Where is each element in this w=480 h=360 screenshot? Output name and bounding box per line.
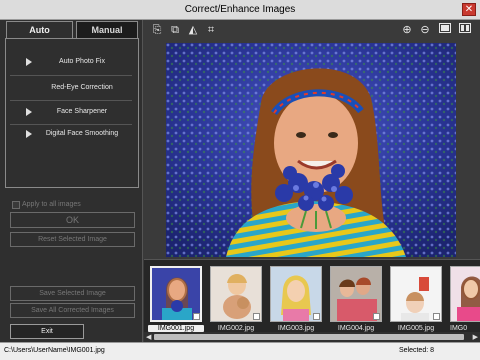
preview-photo[interactable] — [166, 43, 456, 257]
auto-photo-fix-item[interactable]: Auto Photo Fix — [6, 56, 136, 70]
thumbnail-checkbox[interactable] — [373, 313, 380, 320]
reset-selected-image-button[interactable]: Reset Selected Image — [10, 232, 135, 247]
thumbnail-item[interactable]: IMG0 — [448, 265, 480, 333]
single-view-icon[interactable] — [438, 23, 452, 37]
toolbar: ⎘ ⧉ ◭ ⌗ ⊕ ⊖ — [144, 20, 480, 40]
apply-all-label: Apply to all images — [22, 201, 81, 208]
save-selected-image-button[interactable]: Save Selected Image — [10, 286, 135, 301]
thumbnail-item[interactable]: IMG001.jpg — [148, 265, 204, 333]
thumbnail-filename: IMG001.jpg — [148, 325, 204, 332]
thumbnail-checkbox[interactable] — [253, 313, 260, 320]
thumbnail-item[interactable]: IMG003.jpg — [268, 265, 324, 333]
window-title: Correct/Enhance Images — [184, 4, 296, 15]
tab-auto[interactable]: Auto — [6, 21, 73, 39]
red-eye-correction-item[interactable]: Red-Eye Correction — [6, 82, 136, 96]
copy-icon[interactable]: ⎘ — [150, 23, 164, 37]
fix-item-label: Face Sharpener — [56, 108, 108, 115]
thumbnail-item[interactable]: IMG004.jpg — [328, 265, 384, 333]
divider — [10, 124, 132, 125]
divider — [10, 100, 132, 101]
expand-triangle-icon — [26, 58, 32, 66]
apply-all-checkbox[interactable] — [12, 201, 20, 209]
compare-icon[interactable]: ◭ — [186, 23, 200, 37]
divider — [10, 75, 132, 76]
scroll-left-icon[interactable]: ◀ — [146, 333, 151, 341]
fix-item-label: Digital Face Smoothing — [45, 130, 119, 137]
file-path: C:\Users\UserName\IMG001.jpg — [4, 347, 105, 354]
left-panel: Auto Manual Auto Photo Fix Red-Eye Corre… — [0, 20, 143, 342]
thumbnail-item[interactable]: IMG005.jpg — [388, 265, 444, 333]
filmstrip-scrollbar[interactable]: ◀ ▶ — [144, 332, 480, 342]
expand-triangle-icon — [26, 108, 32, 116]
close-icon[interactable]: ✕ — [462, 3, 476, 16]
split-view-icon[interactable] — [458, 23, 472, 37]
thumbnail-filename: IMG003.jpg — [277, 325, 315, 332]
thumbnail-image — [450, 266, 480, 322]
scroll-right-icon[interactable]: ▶ — [473, 333, 478, 341]
thumbnail-filename: IMG002.jpg — [217, 325, 255, 332]
thumbnail-item[interactable]: IMG002.jpg — [208, 265, 264, 333]
title-bar: Correct/Enhance Images ✕ — [0, 0, 480, 20]
thumbnail-filename: IMG004.jpg — [337, 325, 375, 332]
fix-item-label: Red-Eye Correction — [51, 84, 113, 91]
digital-face-smoothing-item[interactable]: Digital Face Smoothing — [6, 128, 136, 142]
thumbnail-checkbox[interactable] — [313, 313, 320, 320]
crop-icon[interactable]: ⌗ — [204, 23, 218, 37]
copy-all-icon[interactable]: ⧉ — [168, 23, 182, 37]
expand-triangle-icon — [26, 130, 32, 138]
thumbnail-filename: IMG005.jpg — [397, 325, 435, 332]
save-all-corrected-button[interactable]: Save All Corrected Images — [10, 303, 135, 318]
status-bar: C:\Users\UserName\IMG001.jpg Selected: 8 — [0, 342, 480, 360]
face-sharpener-item[interactable]: Face Sharpener — [6, 106, 136, 120]
fix-item-label: Auto Photo Fix — [59, 58, 105, 65]
thumbnail-strip: IMG001.jpg IMG002.jpg IMG003.jpg IMG004.… — [144, 259, 480, 332]
thumbnail-checkbox[interactable] — [193, 313, 200, 320]
exit-button[interactable]: Exit — [10, 324, 84, 339]
thumbnail-filename: IMG0 — [450, 325, 468, 332]
ok-button[interactable]: OK — [10, 212, 135, 228]
tab-manual[interactable]: Manual — [76, 21, 138, 39]
thumbnail-checkbox[interactable] — [433, 313, 440, 320]
scrollbar-thumb[interactable] — [154, 334, 464, 340]
selected-count: Selected: 8 — [398, 347, 434, 354]
zoom-out-icon[interactable]: ⊖ — [418, 23, 432, 37]
zoom-in-icon[interactable]: ⊕ — [400, 23, 414, 37]
image-preview-area — [144, 40, 480, 259]
